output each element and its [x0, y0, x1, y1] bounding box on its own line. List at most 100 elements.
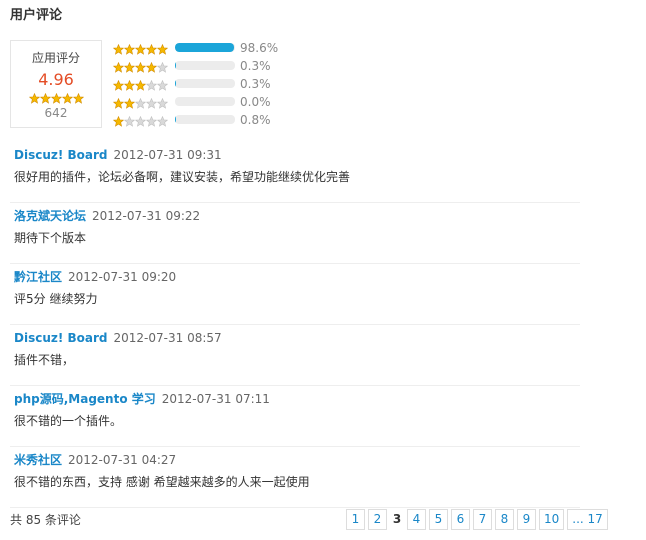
star-filled-icon — [50, 93, 62, 104]
comment-text: 很不错的一个插件。 — [14, 414, 123, 428]
star-filled-icon — [124, 98, 135, 109]
distribution-bar — [175, 79, 235, 88]
star-empty-icon — [157, 98, 168, 109]
comment-text: 很好用的插件，论坛必备啊，建议安装，希望功能继续优化完善 — [14, 170, 351, 184]
star-filled-icon — [135, 62, 146, 73]
comment-time: 2012-07-31 08:57 — [113, 331, 222, 345]
rating-count: 642 — [44, 106, 68, 120]
comment-time: 2012-07-31 09:31 — [113, 148, 222, 162]
page-link[interactable]: ... 17 — [567, 509, 608, 530]
comment-time: 2012-07-31 04:27 — [68, 453, 177, 467]
page-link[interactable]: 6 — [451, 509, 470, 530]
comment-author-link[interactable]: 洛克斌天论坛 — [14, 209, 86, 223]
comment-list: Discuz! Board 2012-07-31 09:31 很好用的插件，论坛必备… — [10, 142, 580, 508]
comment-text: 插件不错， — [14, 353, 75, 367]
page-link[interactable]: 4 — [407, 509, 426, 530]
distribution-bar — [175, 115, 235, 124]
distribution-bar — [175, 43, 235, 52]
star-filled-icon — [124, 44, 135, 55]
star-filled-icon — [113, 98, 124, 109]
distribution-row-2-star: 0.0% — [113, 94, 293, 112]
star-filled-icon — [113, 116, 124, 127]
comment-text: 期待下个版本 — [14, 231, 87, 245]
star-filled-icon — [146, 62, 157, 73]
star-filled-icon — [124, 62, 135, 73]
comment-item: 洛克斌天论坛 2012-07-31 09:22 期待下个版本 — [10, 203, 580, 264]
star-empty-icon — [146, 80, 157, 91]
star-filled-icon — [157, 44, 168, 55]
star-empty-icon — [157, 116, 168, 127]
star-empty-icon — [157, 62, 168, 73]
rating-stars — [11, 91, 101, 105]
star-filled-icon — [124, 80, 135, 91]
star-empty-icon — [157, 80, 168, 91]
page-link[interactable]: 9 — [517, 509, 536, 530]
distribution-stars — [113, 78, 168, 91]
page-link[interactable]: 2 — [368, 509, 387, 530]
distribution-bar — [175, 97, 235, 106]
distribution-stars — [113, 114, 168, 127]
rating-distribution: 98.6% 0.3% 0.3% 0.0% 0.8% — [113, 40, 293, 130]
page-link[interactable]: 10 — [539, 509, 565, 530]
comment-author-link[interactable]: 米秀社区 — [14, 453, 62, 467]
star-empty-icon — [146, 116, 157, 127]
star-filled-icon — [72, 93, 84, 104]
page-link[interactable]: 8 — [495, 509, 514, 530]
distribution-percent: 0.3% — [240, 77, 271, 91]
distribution-row-5-star: 98.6% — [113, 40, 293, 58]
rating-label: 应用评分 — [31, 51, 80, 65]
star-filled-icon — [146, 44, 157, 55]
comment-item: Discuz! Board 2012-07-31 09:31 很好用的插件，论坛必备… — [10, 142, 580, 203]
comment-item: Discuz! Board 2012-07-31 08:57 插件不错， — [10, 325, 580, 386]
comment-total: 共 85 条评论 — [10, 513, 81, 527]
rating-score: 4.96 — [38, 70, 74, 89]
star-empty-icon — [124, 116, 135, 127]
star-empty-icon — [146, 98, 157, 109]
page-link[interactable]: 1 — [346, 509, 365, 530]
distribution-row-3-star: 0.3% — [113, 76, 293, 94]
distribution-stars — [113, 60, 168, 73]
comment-meta: 黔江社区 2012-07-31 09:20 — [14, 268, 580, 286]
comment-author-link[interactable]: Discuz! Board — [14, 331, 108, 345]
distribution-percent: 0.8% — [240, 113, 271, 127]
comment-text: 很不错的东西，支持 感谢 希望越来越多的人来一起使用 — [14, 475, 310, 489]
distribution-bar — [175, 61, 235, 70]
comment-author-link[interactable]: 黔江社区 — [14, 270, 62, 284]
distribution-percent: 0.0% — [240, 95, 271, 109]
comment-item: 黔江社区 2012-07-31 09:20 评5分 继续努力 — [10, 264, 580, 325]
distribution-row-4-star: 0.3% — [113, 58, 293, 76]
comment-time: 2012-07-31 09:22 — [92, 209, 201, 223]
page-link[interactable]: 7 — [473, 509, 492, 530]
comment-time: 2012-07-31 07:11 — [161, 392, 270, 406]
comment-meta: Discuz! Board 2012-07-31 08:57 — [14, 329, 580, 347]
comment-meta: 洛克斌天论坛 2012-07-31 09:22 — [14, 207, 580, 225]
star-filled-icon — [135, 80, 146, 91]
distribution-bar-fill — [175, 43, 235, 52]
distribution-percent: 98.6% — [240, 41, 279, 55]
section-title: 用户评论 — [10, 8, 63, 23]
comment-meta: Discuz! Board 2012-07-31 09:31 — [14, 146, 580, 164]
star-filled-icon — [135, 44, 146, 55]
star-filled-icon — [61, 93, 73, 104]
comment-meta: php源码,Magento 学习 2012-07-31 07:11 — [14, 390, 580, 408]
star-empty-icon — [135, 98, 146, 109]
comment-item: 米秀社区 2012-07-31 04:27 很不错的东西，支持 感谢 希望越来越多的… — [10, 447, 580, 508]
page-link[interactable]: 5 — [429, 509, 448, 530]
distribution-row-1-star: 0.8% — [113, 112, 293, 130]
star-filled-icon — [39, 93, 51, 104]
star-filled-icon — [28, 93, 40, 104]
distribution-stars — [113, 96, 168, 109]
page-current: 3 — [392, 512, 402, 526]
star-filled-icon — [113, 62, 124, 73]
star-empty-icon — [135, 116, 146, 127]
distribution-percent: 0.3% — [240, 59, 271, 73]
star-filled-icon — [113, 80, 124, 91]
comment-meta: 米秀社区 2012-07-31 04:27 — [14, 451, 580, 469]
star-filled-icon — [113, 44, 124, 55]
comment-item: php源码,Magento 学习 2012-07-31 07:11 很不错的一个插件… — [10, 386, 580, 447]
rating-summary: 应用评分 4.96 642 — [10, 40, 102, 128]
comment-text: 评5分 继续努力 — [14, 292, 98, 306]
distribution-stars — [113, 42, 168, 55]
comment-author-link[interactable]: php源码,Magento 学习 — [14, 392, 156, 406]
comment-author-link[interactable]: Discuz! Board — [14, 148, 108, 162]
